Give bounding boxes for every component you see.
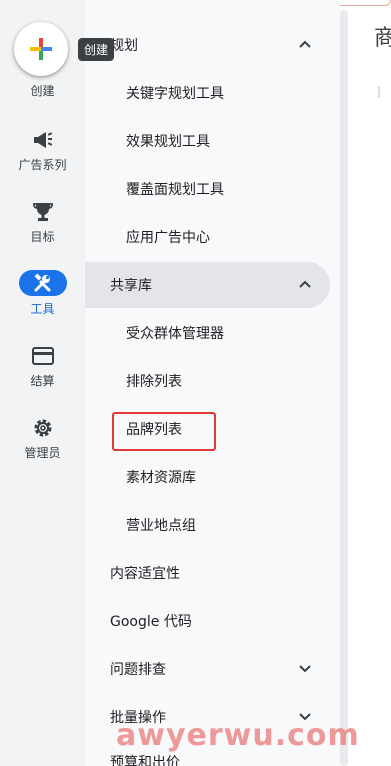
nav-header-label: 共享库: [110, 278, 152, 294]
chevron-up-icon: [299, 280, 311, 288]
create-button[interactable]: [14, 22, 68, 76]
nav-item-label: 关键字规划工具: [126, 86, 224, 102]
plus-icon: [30, 38, 52, 60]
nav-item-brand-lists[interactable]: 品牌列表: [85, 406, 330, 452]
nav-header-label: 问题排查: [110, 662, 166, 678]
rail-item-goals[interactable]: 目标: [0, 200, 85, 245]
nav-item-label: 排除列表: [126, 374, 182, 390]
rail-item-label: 管理员: [24, 446, 61, 460]
nav-scrollbar[interactable]: [340, 10, 348, 766]
create-label: 创建: [30, 84, 55, 98]
rail-item-label: 广告系列: [18, 158, 67, 172]
nav-item-label: 内容适宜性: [110, 566, 180, 582]
nav-item-performance-planner[interactable]: 效果规划工具: [85, 118, 330, 164]
tools-nav-panel: 规划 关键字规划工具 效果规划工具 覆盖面规划工具 应用广告中心 共享库 受众群…: [85, 0, 340, 766]
tools-icon: [18, 270, 67, 296]
chevron-down-icon: [299, 665, 311, 673]
nav-item-label: 素材资源库: [126, 470, 196, 486]
trophy-icon: [0, 200, 85, 224]
nav-item-label: Google 代码: [110, 614, 192, 630]
left-rail: 创建 广告系列 目标 工具 结算 管理员: [0, 0, 85, 766]
nav-header-label: 规划: [110, 38, 138, 54]
credit-card-icon: [0, 344, 85, 368]
nav-item-app-advertising-hub[interactable]: 应用广告中心: [85, 214, 330, 260]
nav-item-label: 效果规划工具: [126, 134, 210, 150]
nav-header-planning[interactable]: 规划: [85, 22, 330, 68]
nav-item-reach-planner[interactable]: 覆盖面规划工具: [85, 166, 330, 212]
main-title-fragment: 商: [374, 26, 391, 51]
rail-item-tools[interactable]: 工具: [0, 270, 85, 317]
watermark: awyerwu.com: [116, 718, 360, 753]
main-divider: [378, 86, 380, 98]
rail-item-label: 目标: [30, 230, 55, 244]
nav-item-keyword-planner[interactable]: 关键字规划工具: [85, 70, 330, 116]
chevron-up-icon: [299, 40, 311, 48]
rail-item-campaigns[interactable]: 广告系列: [0, 128, 85, 173]
nav-item-label: 覆盖面规划工具: [126, 182, 224, 198]
nav-header-troubleshooting[interactable]: 问题排查: [85, 646, 330, 692]
nav-item-google-tag[interactable]: Google 代码: [85, 598, 330, 644]
rail-item-billing[interactable]: 结算: [0, 344, 85, 389]
rail-item-label: 结算: [30, 374, 55, 388]
nav-header-budgets-bidding[interactable]: 预算和出价: [110, 752, 180, 766]
nav-item-label: 受众群体管理器: [126, 326, 224, 342]
gear-icon: [0, 416, 85, 440]
create-tooltip: 创建: [78, 38, 115, 61]
nav-item-audience-manager[interactable]: 受众群体管理器: [85, 310, 330, 356]
nav-item-location-groups[interactable]: 营业地点组: [85, 502, 330, 548]
nav-item-content-suitability[interactable]: 内容适宜性: [85, 550, 330, 596]
nav-item-label: 品牌列表: [126, 422, 182, 438]
nav-item-asset-library[interactable]: 素材资源库: [85, 454, 330, 500]
rail-item-admin[interactable]: 管理员: [0, 416, 85, 461]
megaphone-icon: [0, 128, 85, 152]
rail-item-label: 工具: [30, 302, 55, 316]
nav-header-shared-library[interactable]: 共享库: [85, 262, 330, 308]
nav-item-label: 营业地点组: [126, 518, 196, 534]
nav-item-label: 应用广告中心: [126, 230, 210, 246]
nav-item-exclusion-lists[interactable]: 排除列表: [85, 358, 330, 404]
